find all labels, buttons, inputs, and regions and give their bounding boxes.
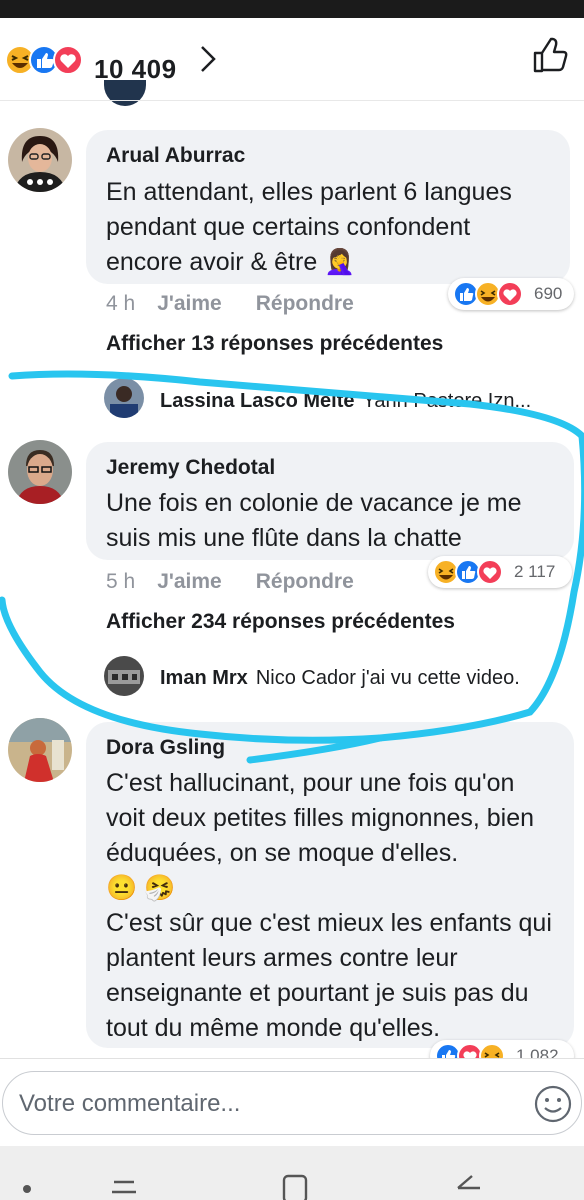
love-icon xyxy=(53,45,83,75)
comment-reactions[interactable]: 2 117 xyxy=(428,556,572,588)
like-icon xyxy=(455,559,481,585)
avatar[interactable] xyxy=(8,440,72,504)
comment-reactions[interactable]: 690 xyxy=(448,278,574,310)
reply-avatar[interactable] xyxy=(104,378,144,418)
reply-author[interactable]: Lassina Lasco Meite xyxy=(160,390,355,412)
comment-author[interactable]: Jeremy Chedotal xyxy=(106,456,556,480)
comment-text-paragraph: C'est hallucinant, pour une fois qu'on v… xyxy=(106,769,535,867)
comment-actions: 4 h J'aime Répondre xyxy=(106,292,354,316)
reply-action[interactable]: Répondre xyxy=(256,570,354,593)
status-bar xyxy=(0,0,584,18)
comment-bubble[interactable]: Dora Gsling C'est hallucinant, pour une … xyxy=(86,722,574,1048)
comment-input-container[interactable] xyxy=(2,1071,582,1135)
reaction-count: 2 117 xyxy=(514,562,556,581)
last-reply[interactable]: Lassina Lasco Meite Yann Pastore Izn... xyxy=(160,390,572,413)
comment-text: Une fois en colonie de vacance je me sui… xyxy=(106,489,522,552)
reply-avatar[interactable] xyxy=(104,656,144,696)
back-icon[interactable] xyxy=(452,1172,484,1200)
comment-text-paragraph: C'est sûr que c'est mieux les enfants qu… xyxy=(106,909,552,1042)
reply-author[interactable]: Iman Mrx xyxy=(160,667,248,689)
comment-emojis: 😐 🤧 xyxy=(106,874,176,902)
haha-icon xyxy=(475,281,501,307)
emoji-picker-icon[interactable] xyxy=(533,1084,573,1124)
dot-icon[interactable] xyxy=(20,1182,34,1196)
reply-action[interactable]: Répondre xyxy=(256,292,354,315)
reaction-icons xyxy=(433,559,503,585)
avatar[interactable] xyxy=(8,128,72,192)
reply-text: Nico Cador j'ai vu cette video. xyxy=(255,667,520,689)
reaction-icons xyxy=(5,45,83,75)
comment-author[interactable]: Arual Aburrac xyxy=(106,144,552,168)
comment-input[interactable] xyxy=(17,1082,501,1126)
recent-apps-icon[interactable] xyxy=(108,1174,140,1200)
avatar[interactable] xyxy=(104,80,146,106)
divider xyxy=(0,100,584,101)
reaction-count: 690 xyxy=(534,284,563,303)
last-reply[interactable]: Iman Mrx Nico Cador j'ai vu cette video. xyxy=(160,667,560,690)
system-nav-bar xyxy=(0,1146,584,1200)
haha-icon xyxy=(433,559,459,585)
like-action[interactable]: J'aime xyxy=(157,292,222,315)
comment-time: 4 h xyxy=(106,292,136,315)
comment-text: C'est hallucinant, pour une fois qu'on v… xyxy=(106,766,556,1046)
comment-actions: 5 h J'aime Répondre xyxy=(106,570,354,594)
love-icon xyxy=(477,559,503,585)
reactions-summary-bar[interactable]: 10 409 xyxy=(0,18,584,100)
reply-text: Yann Pastore Izn... xyxy=(362,390,532,412)
comment-bubble[interactable]: Jeremy Chedotal Une fois en colonie de v… xyxy=(86,442,574,560)
comment-author[interactable]: Dora Gsling xyxy=(106,736,556,760)
avatar[interactable] xyxy=(8,718,72,782)
like-outline-icon[interactable] xyxy=(530,36,570,76)
show-previous-replies[interactable]: Afficher 13 réponses précédentes xyxy=(106,332,443,356)
comment-text: En attendant, elles parlent 6 langues pe… xyxy=(106,178,512,276)
reaction-icons xyxy=(453,281,523,307)
love-icon xyxy=(497,281,523,307)
comment-bubble[interactable]: Arual Aburrac En attendant, elles parlen… xyxy=(86,130,570,284)
show-previous-replies[interactable]: Afficher 234 réponses précédentes xyxy=(106,610,455,634)
like-action[interactable]: J'aime xyxy=(157,570,222,593)
comment-time: 5 h xyxy=(106,570,136,593)
comment-composer xyxy=(0,1058,584,1147)
chevron-right-icon[interactable] xyxy=(196,42,220,76)
home-icon[interactable] xyxy=(280,1172,310,1200)
like-icon xyxy=(453,281,479,307)
